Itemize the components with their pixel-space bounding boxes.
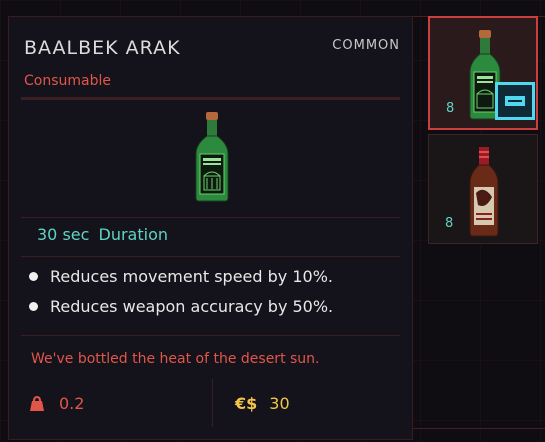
price-value: 30 [269, 394, 290, 413]
effect-item: Reduces weapon accuracy by 50%. [29, 297, 333, 316]
weight-icon [30, 395, 44, 411]
bullet-icon [29, 302, 38, 311]
frame-line [413, 428, 545, 429]
currency-icon: €$ [235, 394, 258, 413]
equipped-badge[interactable] [495, 82, 535, 120]
weight-stat: 0.2 [29, 394, 84, 413]
item-type: Consumable [24, 73, 111, 89]
section-divider [21, 256, 400, 257]
header-divider [21, 97, 400, 100]
flavor-text: We've bottled the heat of the desert sun… [31, 351, 320, 367]
weight-value: 0.2 [59, 394, 85, 413]
bullet-icon [29, 272, 38, 281]
green-bottle-icon [195, 112, 229, 202]
slot-quantity: 8 [445, 216, 454, 231]
duration-label: Duration [98, 225, 169, 244]
duration-value: 30 sec [37, 225, 90, 244]
item-tooltip: BAALBEK ARAK COMMON Consumable 30 sec Du… [8, 16, 413, 440]
effect-text: Reduces movement speed by 10%. [50, 267, 333, 286]
equipped-icon [505, 96, 525, 106]
section-divider [21, 217, 400, 218]
inventory-slot-selected[interactable]: 8 [428, 16, 538, 130]
item-rarity: COMMON [332, 38, 400, 53]
effect-text: Reduces weapon accuracy by 50%. [50, 297, 334, 316]
duration-row: 30 sec Duration [37, 225, 168, 244]
item-name: BAALBEK ARAK [24, 37, 181, 59]
footer-separator [212, 379, 213, 427]
amber-bottle-icon [469, 147, 499, 237]
section-divider [21, 335, 400, 336]
price-stat: €$ 30 [235, 394, 290, 413]
inventory-slot[interactable]: 8 [428, 134, 538, 244]
slot-quantity: 8 [446, 101, 455, 116]
effect-item: Reduces movement speed by 10%. [29, 267, 333, 286]
